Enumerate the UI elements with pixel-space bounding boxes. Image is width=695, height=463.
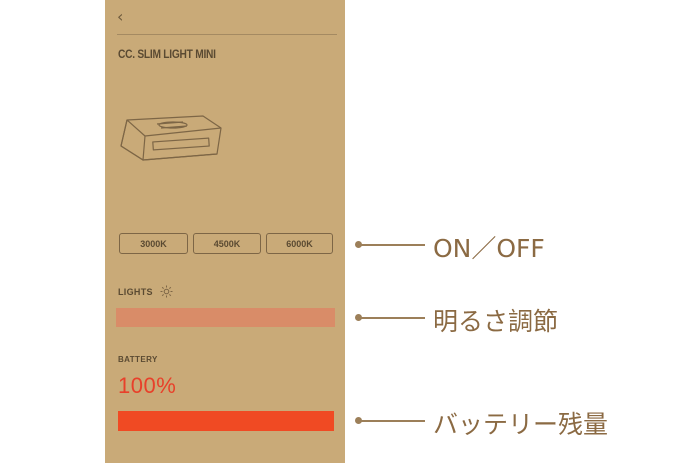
app-screen: ‹ CC. SLIM LIGHT MINI 3000K 4500K 6000K … — [105, 0, 345, 463]
brightness-slider[interactable] — [116, 308, 335, 327]
device-title: CC. SLIM LIGHT MINI — [118, 47, 216, 61]
chevron-left-icon[interactable]: ‹ — [117, 8, 131, 26]
color-temp-6000k-button[interactable]: 6000K — [266, 233, 333, 254]
color-temp-3000k-button[interactable]: 3000K — [119, 233, 188, 254]
callout-on-off: ON／OFF — [433, 234, 545, 263]
battery-percent: 100% — [118, 373, 177, 398]
battery-fill — [118, 411, 334, 431]
brightness-fill — [116, 308, 335, 327]
lights-label: LIGHTS — [118, 287, 153, 297]
callout-battery: バッテリー残量 — [433, 410, 609, 439]
callout-line-on-off — [359, 244, 425, 246]
battery-label: BATTERY — [118, 355, 158, 364]
device-image — [120, 115, 222, 161]
callout-line-brightness — [359, 317, 425, 319]
battery-bar — [118, 411, 334, 431]
header-divider — [117, 34, 337, 35]
callout-brightness: 明るさ調節 — [433, 307, 559, 336]
callout-line-battery — [359, 420, 425, 422]
sun-icon — [160, 285, 173, 298]
color-temp-4500k-button[interactable]: 4500K — [193, 233, 261, 254]
